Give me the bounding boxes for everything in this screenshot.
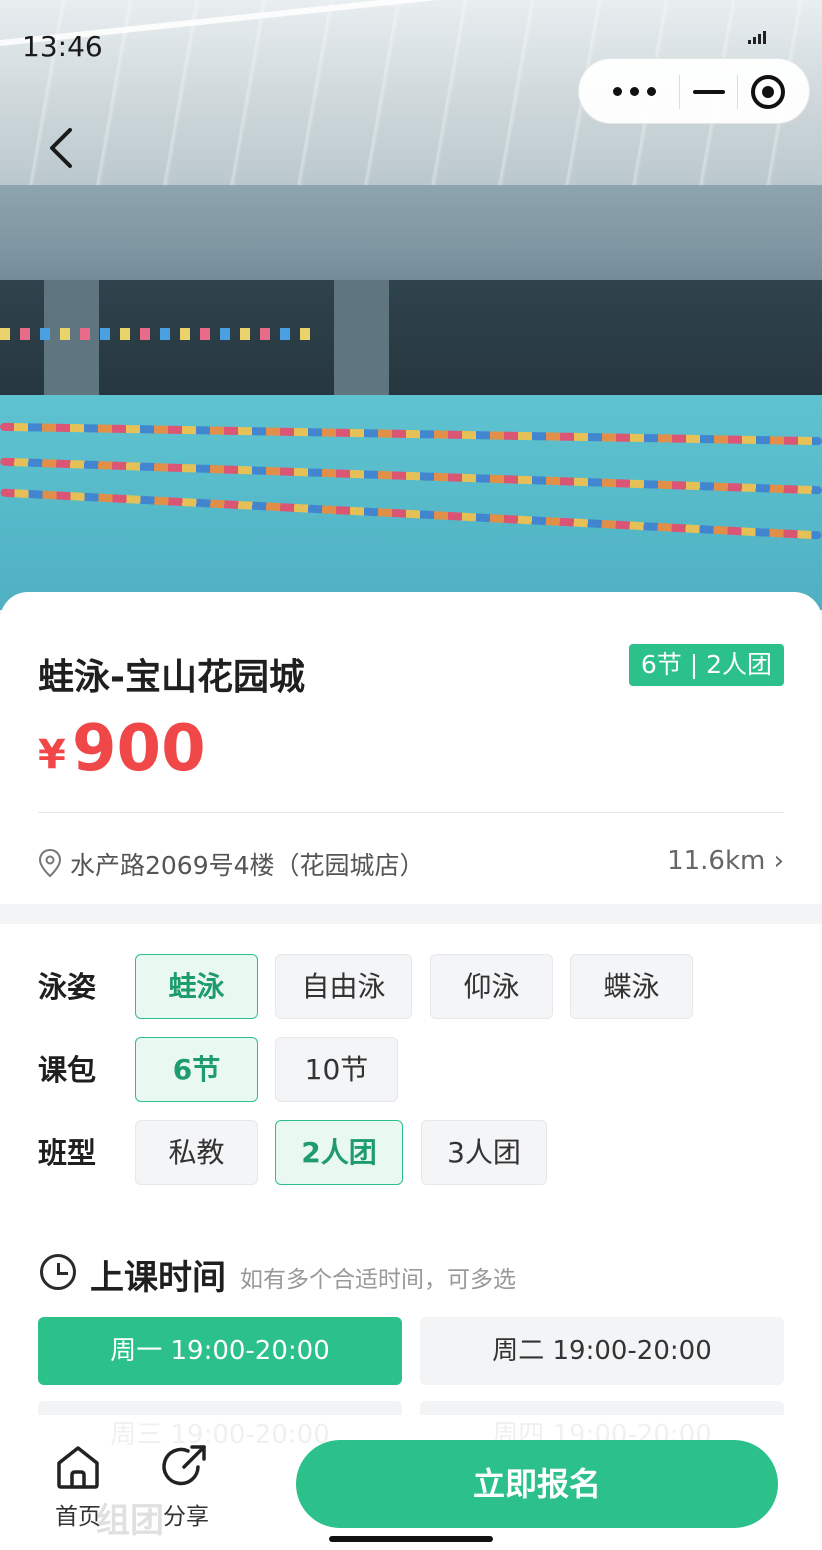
miniprogram-capsule [578,58,810,124]
store-address[interactable]: 水产路2069号4楼（花园城店） [70,846,425,882]
share-icon [162,1445,206,1486]
divider [38,812,784,813]
stroke-label: 泳姿 [38,970,97,1004]
close-target-icon[interactable] [751,75,785,109]
more-icon[interactable] [611,81,659,103]
package-label: 课包 [38,1053,97,1087]
back-arrow-icon[interactable] [44,126,84,170]
class-option-3person[interactable]: 3人团 [421,1120,547,1185]
clock-icon [40,1254,76,1290]
stroke-option-freestyle[interactable]: 自由泳 [275,954,412,1019]
share-nav-button[interactable]: 分享 [158,1443,214,1533]
signup-button[interactable]: 立即报名 [296,1440,778,1528]
home-label: 首页 [55,1504,101,1530]
class-option-2person[interactable]: 2人团 [275,1120,403,1185]
home-icon [57,1446,99,1489]
package-badge: 6节 | 2人团 [628,644,784,686]
minimize-icon[interactable] [693,90,725,94]
bottom-action-bar: 组团 首页 分享 立即报名 [0,1415,822,1550]
product-info-card: 蛙泳-宝山花园城 6节 | 2人团 ¥ 900 水产路2069号4楼（花园城店）… [0,592,822,904]
share-label: 分享 [163,1504,209,1530]
stroke-option-breaststroke[interactable]: 蛙泳 [135,954,258,1019]
home-nav-button[interactable]: 首页 [50,1443,106,1533]
status-time: 13:46 [22,30,103,63]
schedule-hint: 如有多个合适时间，可多选 [240,1267,516,1293]
store-distance[interactable]: 11.6km › [667,846,784,876]
time-slot-mon[interactable]: 周一 19:00-20:00 [38,1317,402,1385]
signal-icon [748,30,768,44]
stroke-option-backstroke[interactable]: 仰泳 [430,954,553,1019]
class-option-private[interactable]: 私教 [135,1120,258,1185]
package-option-10[interactable]: 10节 [275,1037,398,1102]
time-slot-tue[interactable]: 周二 19:00-20:00 [420,1317,784,1385]
stroke-option-butterfly[interactable]: 蝶泳 [570,954,693,1019]
page-title: 蛙泳-宝山花园城 [38,657,305,698]
partial-section-title: 组团 [96,1501,164,1541]
home-indicator [329,1536,493,1542]
schedule-title: 上课时间 [90,1258,226,1298]
price-value: 900 [72,712,206,786]
class-type-label: 班型 [38,1136,97,1170]
package-option-6[interactable]: 6节 [135,1037,258,1102]
location-pin-icon [38,848,62,878]
price-currency: ¥ [38,732,66,778]
